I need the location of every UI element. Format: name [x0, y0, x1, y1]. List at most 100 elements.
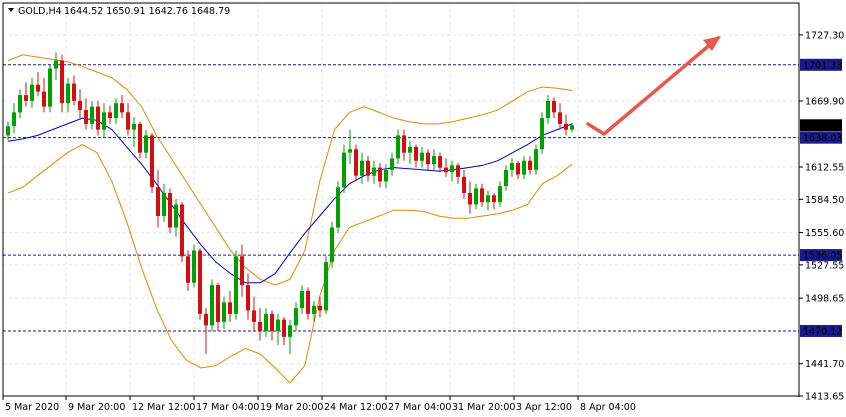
- candle-body: [162, 192, 166, 216]
- candle-body: [354, 149, 358, 176]
- candle-body: [330, 227, 334, 263]
- level-label: 1701.33: [803, 60, 842, 71]
- price-tick-label: 1612.55: [805, 163, 844, 174]
- candle-body: [222, 302, 226, 322]
- price-tick-label: 1527.55: [805, 260, 844, 271]
- candle-body: [450, 165, 454, 173]
- candle-body: [30, 84, 34, 101]
- time-tick-label: 8 Apr 04:00: [580, 402, 636, 413]
- candle-body: [144, 135, 148, 153]
- candle-body: [114, 103, 118, 119]
- candle-body: [192, 250, 196, 283]
- candle-body: [168, 192, 172, 228]
- candle-body: [378, 167, 382, 182]
- price-tick-label: 1441.70: [805, 359, 844, 370]
- price-chart[interactable]: 1727.30 1669.90 1612.55 1584.50 1555.60 1527.…: [0, 0, 846, 417]
- candle-body: [432, 156, 436, 165]
- candle-body: [54, 60, 58, 69]
- candle-body: [282, 319, 286, 337]
- time-tick-label: 9 Mar 20:00: [68, 402, 125, 413]
- header-symbol: GOLD,H4: [18, 6, 62, 17]
- candle-body: [72, 83, 76, 101]
- candle-body: [42, 91, 46, 107]
- candle-body: [390, 158, 394, 170]
- candle-body: [420, 152, 424, 161]
- candle-body: [24, 95, 28, 101]
- candle-body: [102, 112, 106, 130]
- candle-body: [384, 169, 388, 182]
- chart-background: [0, 0, 846, 417]
- candle-body: [324, 262, 328, 311]
- candle-body: [408, 146, 412, 153]
- time-tick-label: 17 Mar 04:00: [196, 402, 259, 413]
- candle-body: [240, 256, 244, 286]
- level-label: 1470.12: [803, 326, 842, 337]
- candle-body: [492, 195, 496, 203]
- candle-body: [90, 106, 94, 124]
- candle-body: [60, 60, 64, 104]
- candle-body: [414, 146, 418, 161]
- candle-body: [498, 186, 502, 203]
- price-tick-label: 1669.90: [805, 96, 844, 107]
- candle-body: [252, 310, 256, 322]
- price-tick-label: 1413.65: [805, 392, 844, 403]
- candle-body: [552, 100, 556, 113]
- candle-body: [12, 112, 16, 127]
- time-tick-label: 3 Apr 12:00: [516, 402, 572, 413]
- candle-body: [204, 313, 208, 326]
- candle-body: [78, 100, 82, 111]
- candle-body: [564, 123, 568, 130]
- candle-body: [510, 163, 514, 170]
- time-tick-label: 5 Mar 2020: [5, 402, 59, 413]
- level-label: 1536.05: [803, 251, 842, 262]
- candle-body: [558, 112, 562, 124]
- candle-body: [48, 68, 52, 107]
- candle-body: [546, 100, 550, 119]
- price-tick-label: 1727.30: [805, 30, 844, 41]
- candle-body: [66, 83, 70, 104]
- candle-body: [276, 319, 280, 332]
- candle-body: [180, 204, 184, 257]
- candle-body: [462, 176, 466, 193]
- candle-body: [234, 256, 238, 314]
- candle-body: [84, 110, 88, 124]
- candle-body: [336, 187, 340, 228]
- candle-body: [264, 313, 268, 332]
- candle-body: [132, 123, 136, 130]
- candle-body: [480, 188, 484, 203]
- candle-body: [306, 290, 310, 314]
- time-tick-label: 31 Mar 20:00: [452, 402, 515, 413]
- candle-body: [312, 305, 316, 314]
- candle-body: [210, 285, 214, 326]
- candle-body: [18, 95, 22, 113]
- candle-body: [360, 160, 364, 176]
- price-tick-label: 1584.50: [805, 195, 844, 206]
- candle-body: [300, 290, 304, 309]
- candle-body: [504, 169, 508, 187]
- candle-body: [288, 325, 292, 337]
- candle-body: [36, 84, 40, 92]
- candle-body: [270, 313, 274, 332]
- candle-body: [516, 163, 520, 175]
- candle-body: [348, 149, 352, 153]
- candle-body: [522, 160, 526, 175]
- candle-body: [444, 167, 448, 173]
- candle-body: [228, 302, 232, 314]
- candle-body: [294, 308, 298, 326]
- candle-body: [258, 321, 262, 332]
- candle-body: [366, 160, 370, 176]
- candle-body: [534, 149, 538, 170]
- candle-body: [96, 106, 100, 130]
- candle-body: [372, 167, 376, 176]
- candle-body: [198, 250, 202, 314]
- candle-body: [108, 112, 112, 119]
- level-label: 1638.03: [803, 133, 842, 144]
- candle-body: [426, 152, 430, 165]
- header-ohlc: 1644.52 1650.91 1642.76 1648.79: [64, 6, 230, 17]
- price-tick-label: 1555.60: [805, 228, 844, 239]
- candle-body: [186, 256, 190, 283]
- candle-body: [120, 103, 124, 113]
- candle-body: [150, 135, 154, 188]
- candle-body: [156, 187, 160, 216]
- candle-body: [126, 112, 130, 130]
